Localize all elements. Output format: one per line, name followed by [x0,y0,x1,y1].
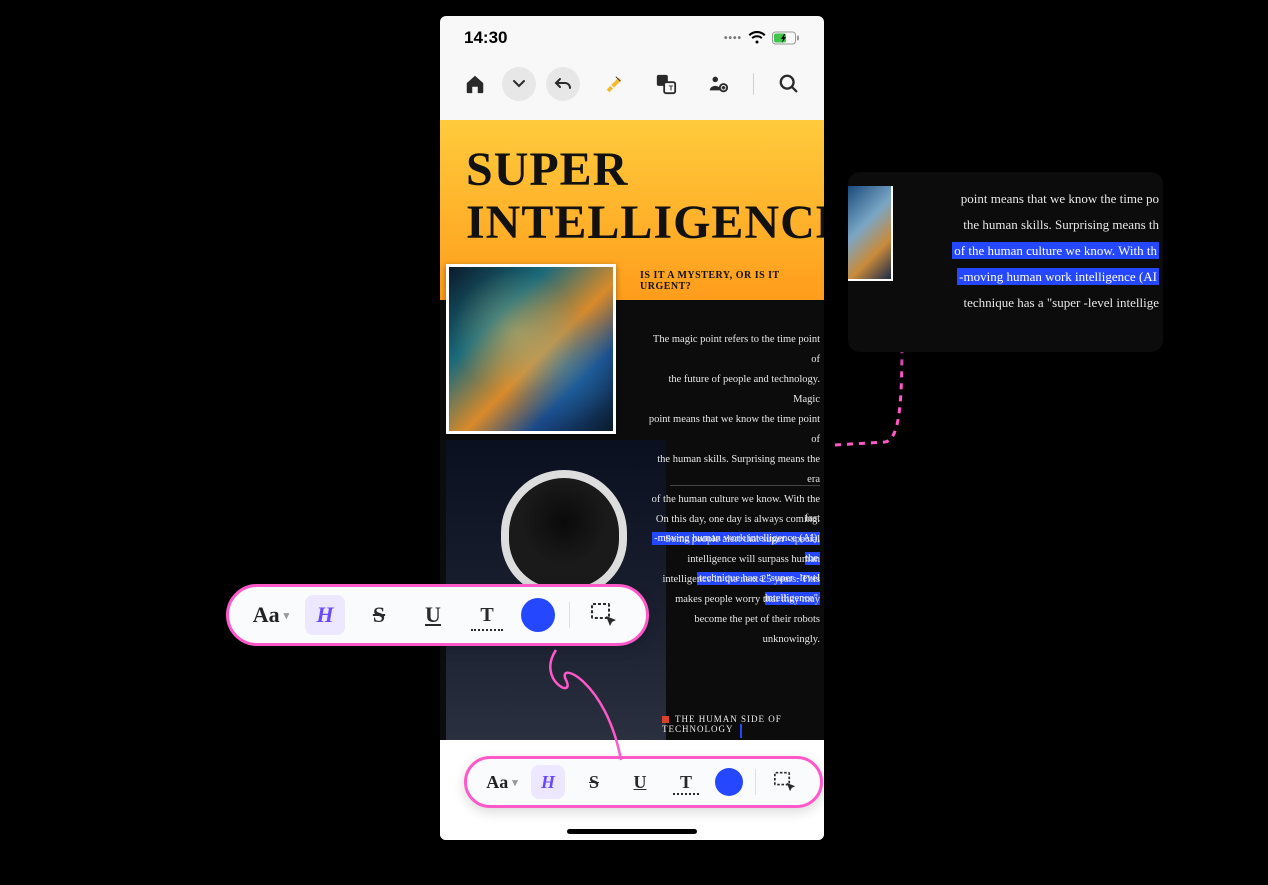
text-line: Some people alert that super -special [665,534,820,545]
zoom-callout: point means that we know the time po the… [848,172,1163,352]
doc-title-line1: SUPER [466,144,804,197]
highlighter-icon [603,73,625,95]
toolbar-divider [753,73,754,95]
chevron-down-icon: ▾ [284,609,290,622]
color-picker-button[interactable] [715,768,743,796]
font-style-button[interactable]: Aa ▾ [251,595,291,635]
text-line: the future of people and technology. Mag… [668,374,820,405]
status-time: 14:30 [464,28,507,48]
document: SUPER INTELLIGENCE IS IT A MYSTERY, OR I… [440,120,824,840]
format-bar-zoom: Aa ▾ H S U T [226,584,649,646]
doc-subtitle: IS IT A MYSTERY, OR IS IT URGENT? [640,270,824,292]
highlighter-button[interactable] [597,67,631,101]
doc-caption: THE HUMAN SIDE OF TECHNOLOGY [662,714,824,734]
status-right: •••• [724,31,800,45]
format-divider [569,602,570,628]
signal-dots-icon: •••• [724,33,742,44]
text-line-selected: of the human culture we know. With th [952,242,1159,259]
caption-text: THE HUMAN SIDE OF TECHNOLOGY [662,714,782,734]
doc-title-line2: INTELLIGENCE [466,197,804,250]
apply-to-selection-button[interactable] [768,765,802,799]
image-person-icon [707,73,729,95]
text-line: intelligence will surpass human [687,554,820,565]
undo-button[interactable] [546,67,580,101]
app-toolbar: T [440,60,824,108]
dropdown-button[interactable] [502,67,536,101]
home-button[interactable] [458,67,492,101]
format-bar: Aa ▾ H S U T [464,756,823,808]
undo-icon [554,76,572,92]
chevron-down-icon [512,77,526,91]
aa-label: Aa [486,772,508,793]
callout-image [848,186,893,281]
text-line: the human skills. Surprising means the e… [657,454,820,485]
home-indicator[interactable] [567,829,697,834]
strikethrough-button[interactable]: S [577,765,611,799]
doc-body: The magic point refers to the time point… [440,300,824,740]
text-line: technique has a "super -level intellige [963,295,1159,310]
text-line: point means that we know the time point … [649,414,820,445]
squiggly-underline-button[interactable]: T [669,765,703,799]
text-line: The magic point refers to the time point… [653,334,820,365]
paragraph-2[interactable]: On this day, one day is always coming. S… [642,510,820,650]
highlight-button[interactable]: H [531,765,565,799]
svg-text:T: T [669,83,674,92]
font-style-button[interactable]: Aa ▾ [485,765,519,799]
translate-button[interactable]: T [649,67,683,101]
text-line: become the pet of their robots [694,614,820,625]
text-line: the human skills. Surprising means th [963,217,1159,232]
strikethrough-button[interactable]: S [359,595,399,635]
text-line: point means that we know the time po [961,191,1159,206]
wifi-icon [748,31,766,45]
text-line: intelligence in the next 25 years. This [662,574,820,585]
translate-icon: T [655,73,677,95]
callout-text: point means that we know the time po the… [893,172,1163,352]
squiggly-underline-button[interactable]: T [467,595,507,635]
underline-button[interactable]: U [413,595,453,635]
aa-label: Aa [253,602,280,628]
text-line-selected: -moving human work intelligence (AI [957,268,1159,285]
text-line: unknowingly. [763,634,820,645]
underline-button[interactable]: U [623,765,657,799]
phone-frame: 14:30 •••• [440,16,824,840]
status-bar: 14:30 •••• [440,16,824,60]
highlight-button[interactable]: H [305,595,345,635]
search-button[interactable] [772,67,806,101]
search-icon [778,73,800,95]
hr [670,485,820,486]
battery-charging-icon [772,31,800,45]
color-picker-button[interactable] [521,598,555,632]
apply-to-selection-button[interactable] [584,595,624,635]
text-line: On this day, one day is always coming. [656,514,820,525]
selection-tap-icon [590,602,618,628]
text-line: makes people worry that they may [675,594,820,605]
home-icon [464,73,486,95]
nebula-image [446,264,616,434]
insert-image-button[interactable] [701,67,735,101]
chevron-down-icon: ▾ [512,776,518,789]
format-divider [755,769,756,795]
selection-tap-icon [773,771,797,793]
